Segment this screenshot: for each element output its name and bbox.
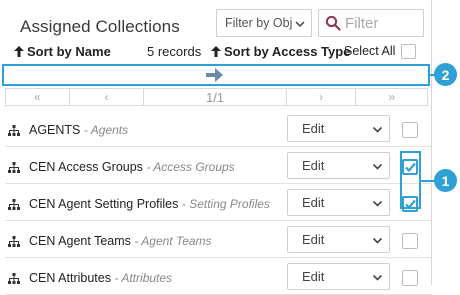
collection-name-text: CEN Attributes [29,271,111,285]
table-row: CEN Access Groups - Access Groups Edit [5,147,432,184]
select-all-checkbox[interactable] [401,44,416,59]
search-icon [325,15,341,31]
collection-name-text: AGENTS [29,123,81,137]
collection-name: CEN Access Groups - Access Groups [29,160,235,174]
access-type-select[interactable]: Edit [287,263,390,290]
move-collections-button[interactable] [2,64,430,86]
collection-type: - Attributes [114,271,173,285]
filter-input[interactable]: Filter [318,9,424,37]
access-type-select[interactable]: Edit [287,189,390,216]
callout-badge-2: 2 [434,63,457,86]
filter-placeholder: Filter [345,15,379,32]
collection-name: CEN Agent Setting Profiles - Setting Pro… [29,197,270,211]
row-checkbox[interactable] [402,233,418,249]
next-page-button[interactable]: › [287,89,357,105]
access-type-value: Edit [302,232,325,247]
collection-type: - Setting Profiles [181,197,270,211]
last-page-button[interactable]: » [356,89,427,105]
access-type-select[interactable]: Edit [287,115,390,142]
chevron-down-icon [372,163,383,170]
collection-name-text: CEN Agent Teams [29,234,131,248]
access-type-value: Edit [302,269,325,284]
right-arrow-icon [206,68,223,82]
records-count: 5 records [147,44,202,59]
table-row: AGENTS - Agents Edit [5,110,432,147]
collection-type: - Access Groups [146,160,235,174]
up-arrow-icon [14,46,24,57]
access-type-select[interactable]: Edit [287,152,390,179]
hierarchy-icon [8,199,20,210]
collection-type: - Agent Teams [134,234,212,248]
table-row: CEN Agent Setting Profiles - Setting Pro… [5,184,432,221]
sort-by-name-label: Sort by Name [27,44,111,59]
collection-type: - Agents [83,123,129,137]
collection-name: CEN Agent Teams - Agent Teams [29,234,212,248]
row-checkbox[interactable] [402,270,418,286]
filter-select-value: Filter by Obj [225,16,293,30]
collection-name: CEN Attributes - Attributes [29,271,172,285]
access-type-value: Edit [302,158,325,173]
chevron-down-icon [295,21,305,28]
access-type-select[interactable]: Edit [287,226,390,253]
previous-page-button[interactable]: ‹ [70,89,145,105]
access-type-value: Edit [302,121,325,136]
collection-name-text: CEN Access Groups [29,160,143,174]
sort-by-access-type-label: Sort by Access Type [224,44,351,59]
up-arrow-icon [211,46,221,57]
sort-by-access-type-button[interactable]: Sort by Access Type [211,44,350,59]
checkbox-highlight [400,151,421,209]
panel-title: Assigned Collections [20,17,180,36]
page-indicator: 1/1 [144,89,287,105]
table-row: CEN Agent Teams - Agent Teams Edit [5,221,432,258]
hierarchy-icon [8,162,20,173]
chevron-down-icon [372,126,383,133]
collection-name: AGENTS - Agents [29,123,128,137]
first-page-button[interactable]: « [6,89,70,105]
filter-by-object-select[interactable]: Filter by Obj [216,9,312,37]
table-row: CEN Attributes - Attributes Edit [5,258,432,295]
assigned-collections-panel: Assigned Collections Filter by Obj Filte… [0,0,432,295]
chevron-down-icon [372,237,383,244]
callout-badge-1: 1 [434,169,457,192]
chevron-down-icon [372,274,383,281]
pagination-bar: « ‹ 1/1 › » [5,88,428,106]
hierarchy-icon [8,273,20,284]
select-all-label: Select All [344,44,396,58]
chevron-down-icon [372,200,383,207]
hierarchy-icon [8,125,20,136]
access-type-value: Edit [302,195,325,210]
collection-name-text: CEN Agent Setting Profiles [29,197,179,211]
row-checkbox[interactable] [402,122,418,138]
hierarchy-icon [8,236,20,247]
sort-by-name-button[interactable]: Sort by Name [14,44,111,59]
